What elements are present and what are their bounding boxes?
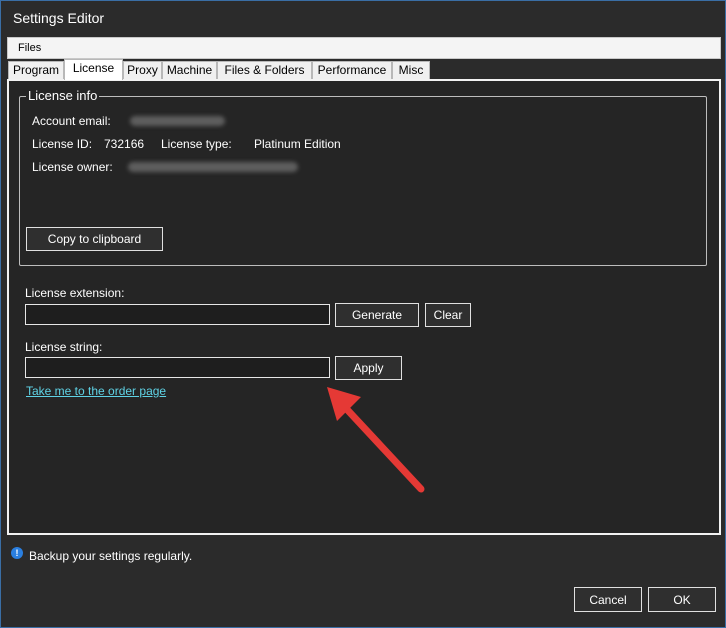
tab-program[interactable]: Program — [8, 61, 64, 80]
menu-bar: Files — [7, 37, 721, 59]
account-email-label: Account email: — [32, 114, 111, 128]
window-title: Settings Editor — [13, 10, 105, 26]
license-string-input[interactable] — [25, 357, 330, 378]
tab-license[interactable]: License — [64, 59, 123, 80]
order-page-link[interactable]: Take me to the order page — [26, 384, 166, 398]
account-email-redacted — [130, 116, 225, 126]
info-icon: ! — [11, 547, 23, 559]
annotation-arrow-icon — [327, 387, 425, 493]
license-type-label: License type: — [161, 137, 232, 151]
title-bar: Settings Editor — [1, 1, 725, 36]
cancel-button[interactable]: Cancel — [574, 587, 642, 612]
license-type-value: Platinum Edition — [254, 137, 341, 151]
tab-performance[interactable]: Performance — [312, 61, 392, 80]
tab-machine[interactable]: Machine — [162, 61, 217, 80]
apply-button[interactable]: Apply — [335, 356, 402, 380]
clear-button[interactable]: Clear — [425, 303, 471, 327]
license-id-value: 732166 — [104, 137, 145, 151]
tab-misc[interactable]: Misc — [392, 61, 430, 80]
menu-files[interactable]: Files — [18, 42, 41, 54]
license-owner-redacted — [128, 162, 298, 172]
status-message: Backup your settings regularly. — [29, 549, 193, 563]
license-info-group: License info Account email: License ID: … — [19, 88, 707, 266]
license-info-legend: License info — [26, 88, 100, 103]
generate-button[interactable]: Generate — [335, 303, 419, 327]
license-id-label: License ID: — [32, 137, 93, 151]
tab-proxy[interactable]: Proxy — [123, 61, 162, 80]
settings-editor-window: Settings Editor Files Program License Pr… — [0, 0, 726, 628]
ok-button[interactable]: OK — [648, 587, 716, 612]
license-extension-label: License extension: — [25, 286, 125, 300]
license-owner-label: License owner: — [32, 160, 113, 174]
copy-to-clipboard-button[interactable]: Copy to clipboard — [26, 227, 163, 251]
tab-files-folders[interactable]: Files & Folders — [217, 61, 312, 80]
license-string-label: License string: — [25, 340, 103, 354]
license-extension-input[interactable] — [25, 304, 330, 325]
